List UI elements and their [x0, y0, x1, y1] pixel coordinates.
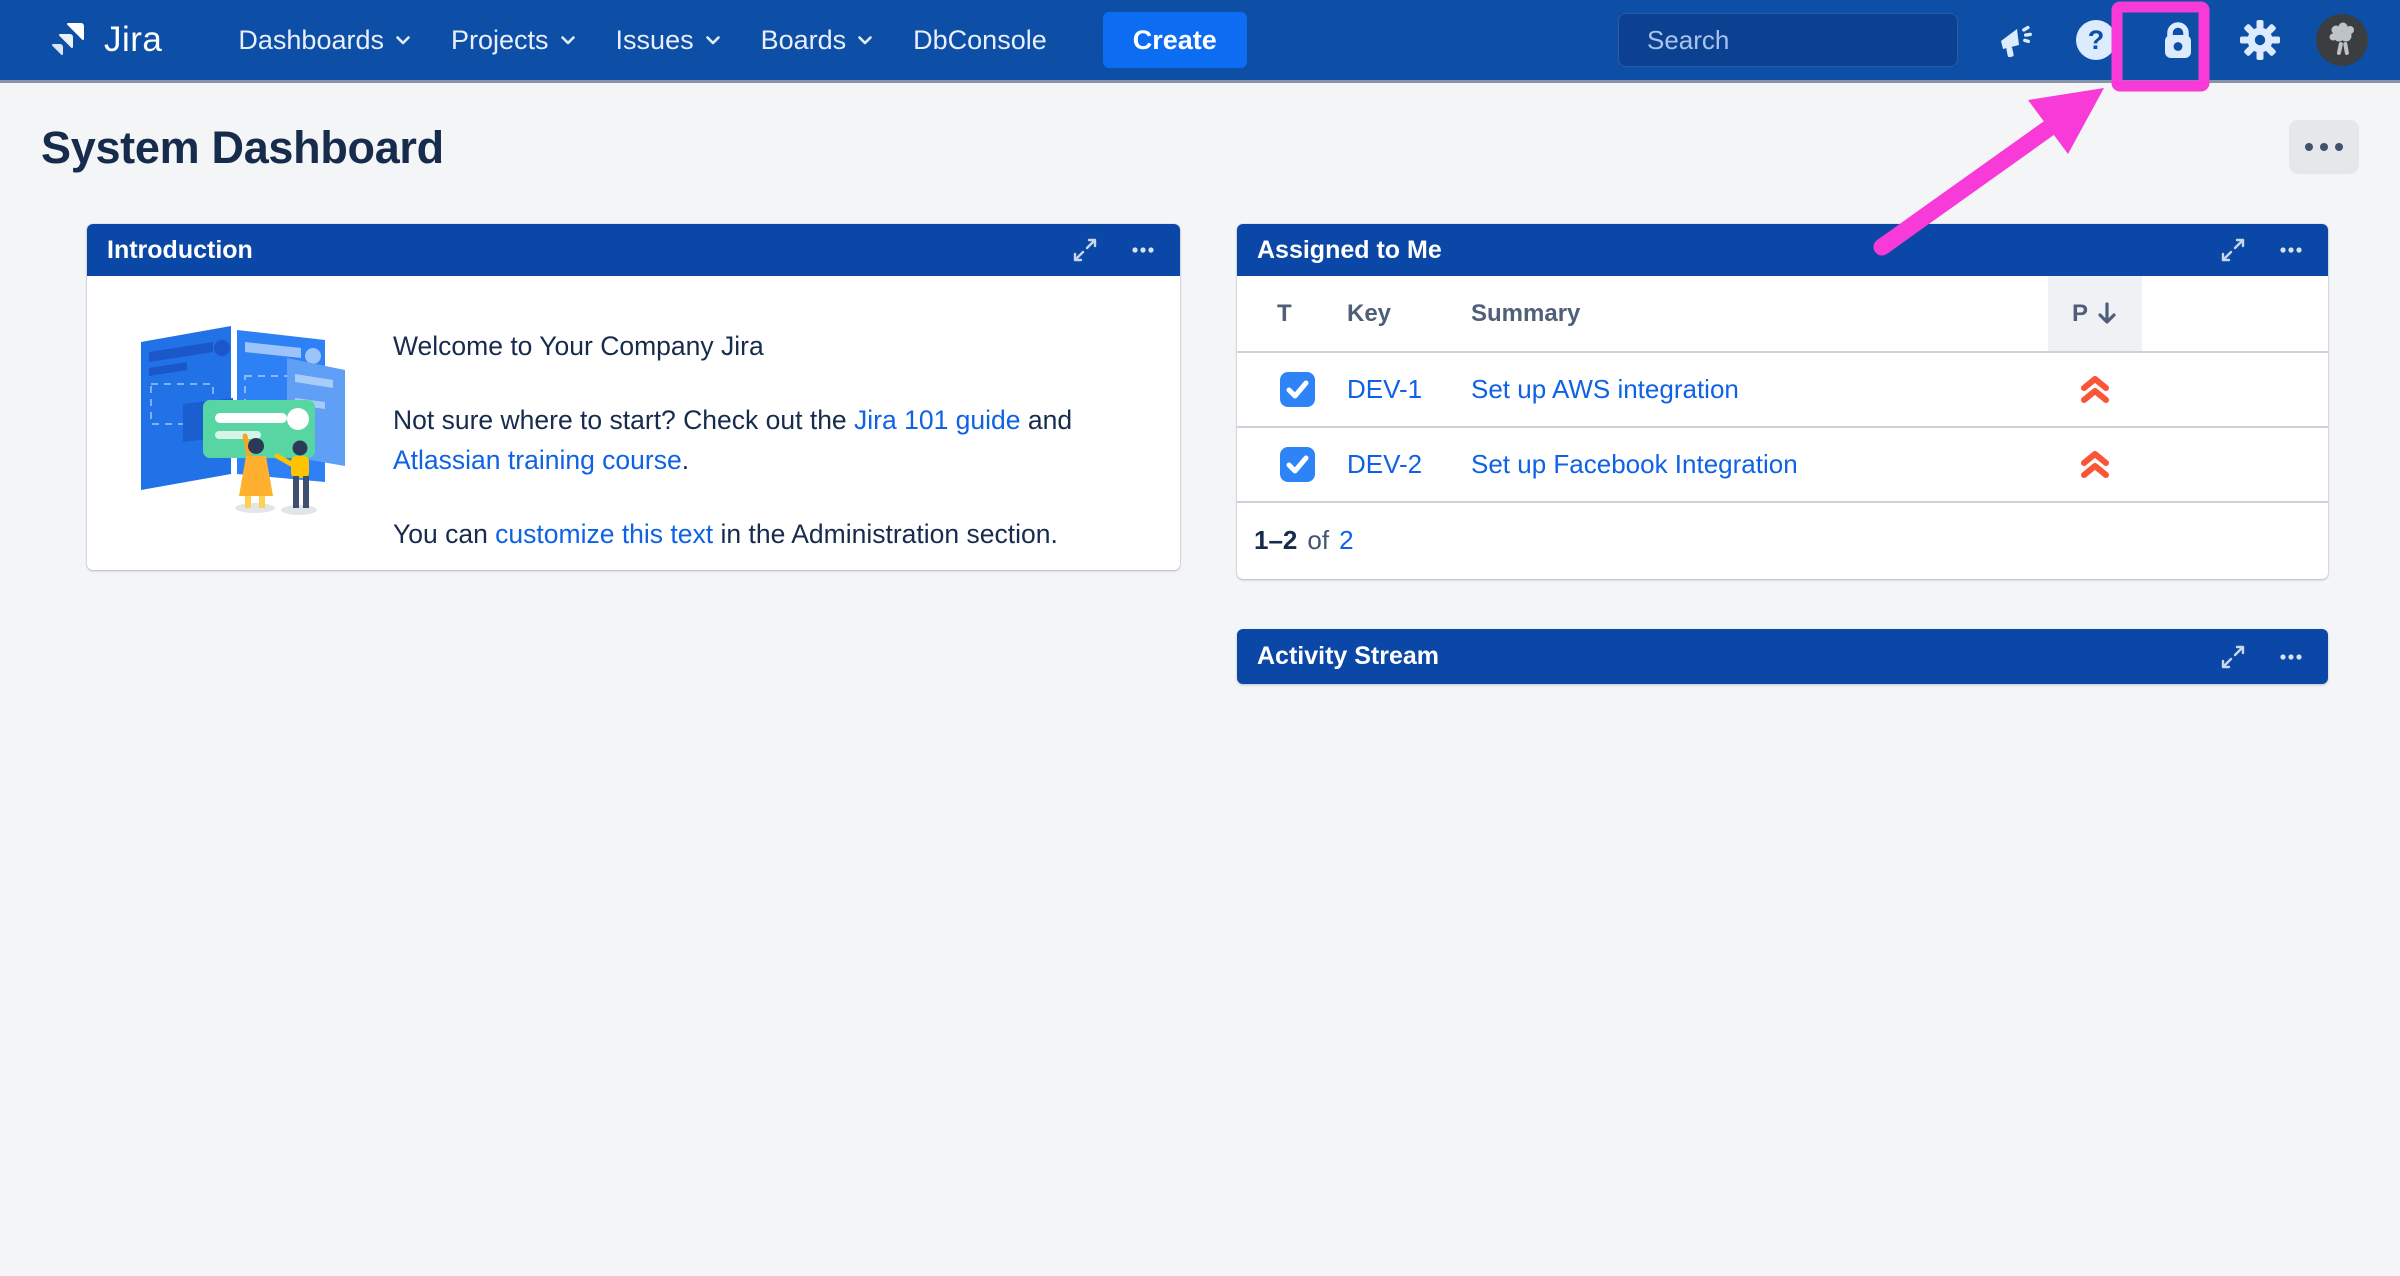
intro-customize-line: You can customize this text in the Admin…	[393, 514, 1072, 554]
activity-stream-panel: Activity Stream	[1237, 629, 2328, 684]
panel-more-icon[interactable]	[2274, 640, 2308, 674]
announcement-icon[interactable]	[1988, 14, 2040, 66]
search-box[interactable]	[1618, 13, 1958, 67]
create-button[interactable]: Create	[1103, 12, 1247, 68]
expand-icon[interactable]	[2216, 640, 2250, 674]
customize-this-text-link[interactable]: customize this text	[495, 519, 713, 549]
column-type[interactable]: T	[1277, 300, 1347, 328]
panel-title: Assigned to Me	[1257, 236, 1442, 265]
priority-highest-icon	[2048, 448, 2142, 482]
top-navbar: Jira Dashboards Projects Issues Boards D…	[0, 0, 2400, 80]
assigned-panel-header: Assigned to Me	[1237, 224, 2328, 276]
panel-title: Activity Stream	[1257, 642, 1439, 671]
column-key[interactable]: Key	[1347, 300, 1471, 328]
activity-panel-header: Activity Stream	[1237, 629, 2328, 684]
nav-item-boards[interactable]: Boards	[761, 25, 876, 56]
svg-text:?: ?	[2088, 25, 2105, 55]
sort-descending-icon	[2096, 301, 2118, 327]
primary-nav: Dashboards Projects Issues Boards DbCons…	[238, 25, 1046, 56]
pagination-of: of	[1307, 525, 1329, 556]
navbar-right-cluster: ?	[1618, 13, 2368, 67]
chevron-down-icon	[393, 30, 413, 50]
task-type-icon	[1277, 445, 1317, 485]
lock-icon[interactable]	[2152, 14, 2204, 66]
chevron-down-icon	[855, 30, 875, 50]
page-title: System Dashboard	[41, 122, 444, 174]
issue-summary-link[interactable]: Set up Facebook Integration	[1471, 449, 2048, 480]
nav-item-label: DbConsole	[913, 25, 1047, 56]
chevron-down-icon	[703, 30, 723, 50]
issue-summary-link[interactable]: Set up AWS integration	[1471, 374, 2048, 405]
nav-item-label: Boards	[761, 25, 847, 56]
pagination-range: 1–2	[1254, 525, 1297, 556]
jira-logo[interactable]: Jira	[46, 15, 162, 66]
user-avatar[interactable]	[2316, 14, 2368, 66]
intro-welcome-line: Welcome to Your Company Jira	[393, 326, 1072, 366]
jira-101-guide-link[interactable]: Jira 101 guide	[854, 405, 1020, 435]
task-type-icon	[1277, 370, 1317, 410]
pagination: 1–2 of 2	[1237, 501, 2328, 577]
nav-item-dashboards[interactable]: Dashboards	[238, 25, 413, 56]
panel-title: Introduction	[107, 236, 253, 265]
nav-item-label: Projects	[451, 25, 549, 56]
dashboard-more-button[interactable]	[2289, 120, 2359, 174]
issue-key-link[interactable]: DEV-1	[1347, 374, 1471, 405]
nav-item-dbconsole[interactable]: DbConsole	[913, 25, 1047, 56]
chevron-down-icon	[558, 30, 578, 50]
nav-item-issues[interactable]: Issues	[616, 25, 723, 56]
introduction-panel: Introduction	[87, 224, 1180, 570]
expand-icon[interactable]	[2216, 233, 2250, 267]
table-row[interactable]: DEV-1 Set up AWS integration	[1237, 351, 2328, 426]
help-icon[interactable]: ?	[2070, 14, 2122, 66]
priority-highest-icon	[2048, 373, 2142, 407]
expand-icon[interactable]	[1068, 233, 1102, 267]
team-boards-illustration	[137, 314, 349, 554]
issue-key-link[interactable]: DEV-2	[1347, 449, 1471, 480]
table-row[interactable]: DEV-2 Set up Facebook Integration	[1237, 426, 2328, 501]
introduction-panel-header: Introduction	[87, 224, 1180, 276]
ellipsis-icon	[2305, 143, 2313, 151]
column-summary[interactable]: Summary	[1471, 300, 2048, 328]
column-priority-sorted[interactable]: P	[2048, 276, 2142, 351]
pagination-total-link[interactable]: 2	[1339, 525, 1353, 556]
intro-start-line: Not sure where to start? Check out the J…	[393, 400, 1072, 480]
nav-item-projects[interactable]: Projects	[451, 25, 578, 56]
jira-logo-text: Jira	[104, 20, 162, 60]
annotation-arrow-head	[2028, 88, 2104, 154]
panel-more-icon[interactable]	[1126, 233, 1160, 267]
nav-item-label: Dashboards	[238, 25, 384, 56]
search-input[interactable]	[1647, 25, 1982, 56]
atlassian-training-course-link[interactable]: Atlassian training course	[393, 445, 682, 475]
nav-item-label: Issues	[616, 25, 694, 56]
jira-logo-icon	[46, 15, 92, 66]
panel-more-icon[interactable]	[2274, 233, 2308, 267]
issue-table-header: T Key Summary P	[1237, 276, 2328, 351]
assigned-to-me-panel: Assigned to Me T Key Summary P	[1237, 224, 2328, 579]
introduction-text: Welcome to Your Company Jira Not sure wh…	[393, 314, 1072, 554]
settings-gear-icon[interactable]	[2234, 14, 2286, 66]
